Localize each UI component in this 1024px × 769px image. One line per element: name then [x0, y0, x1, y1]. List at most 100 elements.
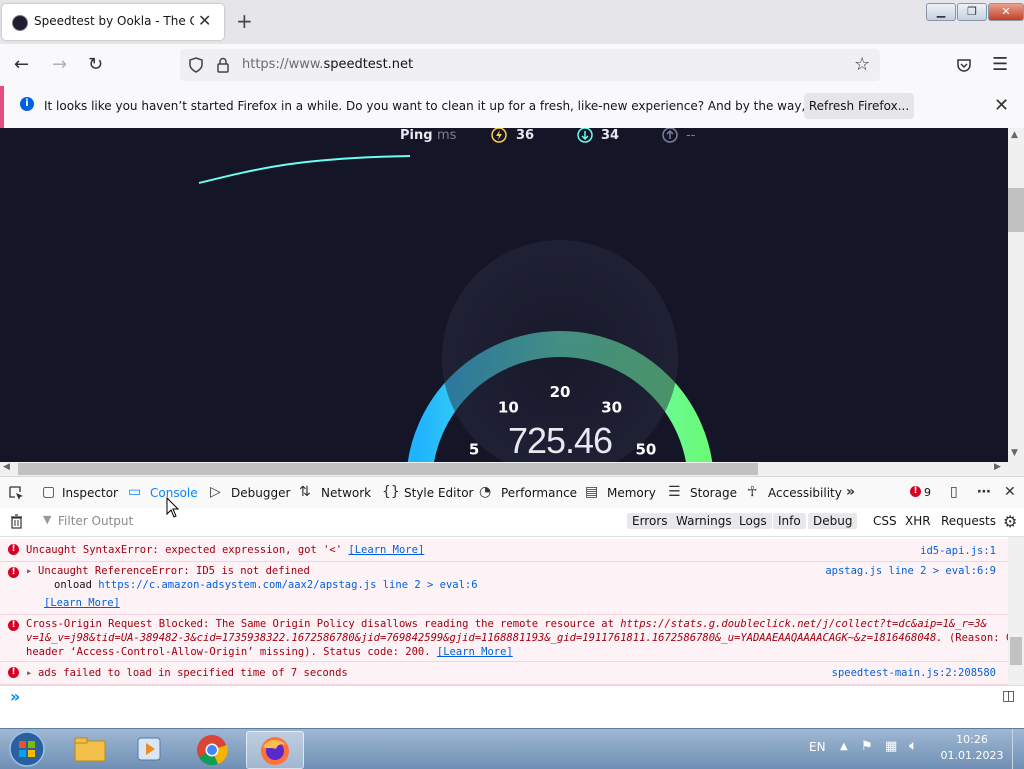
dock-side-icon[interactable]: ▯	[950, 484, 958, 500]
tab-storage[interactable]: Storage	[690, 486, 737, 500]
filter-logs-button[interactable]: Logs	[734, 513, 772, 529]
message-text: ads failed to load in specified time of …	[38, 667, 348, 679]
message-url-continued[interactable]: v=1&_v=j98&tid=UA-389482-3&cid=173593832…	[26, 632, 943, 644]
filter-css-button[interactable]: CSS	[873, 513, 897, 529]
back-arrow-icon[interactable]: ←	[14, 54, 29, 75]
gauge-label: 20	[550, 383, 571, 401]
show-desktop-button[interactable]	[1012, 729, 1024, 769]
tab-performance[interactable]: Performance	[501, 486, 577, 500]
learn-more-link[interactable]: [Learn More]	[348, 544, 424, 556]
message-sub-url[interactable]: https://c.amazon-adsystem.com/aax2/apsta…	[98, 579, 477, 591]
navigation-bar: ← → ↻ https://www.speedtest.net ☆ ☰	[0, 44, 1024, 87]
speedtest-favicon-icon	[12, 15, 28, 31]
forward-arrow-icon[interactable]: →	[52, 54, 67, 75]
style-editor-icon: {}	[382, 484, 400, 500]
message-source-link[interactable]: id5-api.js:1	[920, 545, 996, 557]
page-vertical-scrollbar[interactable]: ▲ ▼	[1008, 128, 1024, 462]
tab-accessibility[interactable]: Accessibility	[768, 486, 842, 500]
taskbar-explorer[interactable]	[62, 731, 118, 767]
tray-expand-icon[interactable]: ▲	[840, 741, 848, 752]
minimize-button[interactable]: ▁	[926, 3, 956, 21]
new-tab-button[interactable]: +	[236, 9, 253, 33]
notification-close-icon[interactable]: ✕	[994, 95, 1009, 116]
page-vertical-scroll-thumb[interactable]	[1008, 188, 1024, 232]
mouse-cursor-icon	[166, 497, 180, 518]
filter-xhr-button[interactable]: XHR	[905, 513, 931, 529]
clock-date[interactable]: 01.01.2023	[938, 749, 1006, 762]
chrome-icon	[197, 735, 228, 766]
message-text: Cross-Origin Request Blocked: The Same O…	[26, 618, 614, 630]
element-picker-icon[interactable]	[8, 485, 24, 501]
scroll-down-icon[interactable]: ▼	[1011, 448, 1018, 458]
reload-icon[interactable]: ↻	[88, 54, 103, 75]
filter-debug-button[interactable]: Debug	[808, 513, 858, 529]
bookmark-star-icon[interactable]: ☆	[854, 54, 870, 75]
learn-more-link[interactable]: [Learn More]	[44, 597, 120, 609]
filter-info-button[interactable]: Info	[773, 513, 806, 529]
title-bar: Speedtest by Ookla - The Global Broadban…	[0, 0, 1024, 44]
speed-gauge: 0151020305075100	[198, 155, 713, 462]
action-center-icon[interactable]: ⚑	[861, 739, 873, 754]
filter-output-input[interactable]: Filter Output	[58, 514, 133, 528]
scroll-left-icon[interactable]: ◀	[3, 462, 10, 472]
window-close-button[interactable]: ✕	[988, 3, 1024, 21]
console-message[interactable]: ! Uncaught SyntaxError: expected express…	[0, 539, 1008, 562]
learn-more-link[interactable]: [Learn More]	[437, 646, 513, 658]
network-tray-icon[interactable]: ▦	[885, 739, 897, 754]
taskbar-chrome[interactable]	[184, 731, 240, 767]
tab-memory[interactable]: Memory	[607, 486, 656, 500]
maximize-button[interactable]: ❐	[957, 3, 987, 21]
console-scroll-thumb[interactable]	[1010, 637, 1022, 665]
options-menu-icon[interactable]: ⋯	[977, 484, 991, 500]
language-indicator[interactable]: EN	[809, 740, 826, 754]
console-message[interactable]: ! ▸ Uncaught ReferenceError: ID5 is not …	[0, 562, 1008, 615]
lock-icon[interactable]	[216, 57, 230, 73]
tab-style-editor[interactable]: Style Editor	[404, 486, 473, 500]
devtools-toolbar: ▢ Inspector ▭ Console ▷ Debugger ⇅ Netwo…	[0, 476, 1024, 510]
more-tabs-chevron-icon[interactable]: »	[846, 484, 855, 500]
console-output: ! Uncaught SyntaxError: expected express…	[0, 537, 1024, 685]
page-horizontal-scroll-thumb[interactable]	[18, 463, 758, 475]
console-message[interactable]: ! ▸ ads failed to load in specified time…	[0, 662, 1008, 685]
filter-warnings-button[interactable]: Warnings	[671, 513, 737, 529]
tab-debugger[interactable]: Debugger	[231, 486, 290, 500]
network-icon: ⇅	[299, 484, 311, 500]
menu-hamburger-icon[interactable]: ☰	[992, 54, 1008, 75]
filter-errors-button[interactable]: Errors	[627, 513, 673, 529]
speed-graph-line	[198, 155, 411, 184]
clock-time[interactable]: 10:26	[944, 733, 1000, 746]
expand-triangle-icon[interactable]: ▸	[26, 565, 32, 577]
accessibility-icon: ☥	[747, 484, 758, 500]
taskbar-media-player[interactable]	[122, 731, 178, 767]
notification-bar: i It looks like you haven’t started Fire…	[0, 86, 1024, 128]
console-message[interactable]: ! Cross-Origin Request Blocked: The Same…	[0, 615, 1024, 662]
scroll-right-icon[interactable]: ▶	[994, 462, 1001, 472]
volume-icon[interactable]: 🔈︎	[909, 738, 917, 754]
performance-icon: ◔	[479, 484, 492, 500]
editor-mode-icon[interactable]: ◫	[1002, 688, 1015, 704]
browser-tab[interactable]: Speedtest by Ookla - The Global Broadban…	[2, 4, 224, 40]
tab-close-icon[interactable]: ✕	[198, 11, 211, 30]
taskbar-firefox[interactable]	[246, 731, 304, 769]
message-source-link[interactable]: apstag.js line 2 > eval:6:9	[825, 565, 996, 577]
gauge-label: 30	[601, 399, 622, 417]
url-text[interactable]: https://www.speedtest.net	[242, 57, 413, 72]
tracking-shield-icon[interactable]	[188, 57, 204, 73]
pocket-icon[interactable]	[956, 57, 972, 73]
filter-requests-button[interactable]: Requests	[941, 513, 996, 529]
url-bar[interactable]: https://www.speedtest.net ☆	[180, 49, 880, 81]
error-count[interactable]: 9	[924, 486, 931, 499]
refresh-firefox-button[interactable]: Refresh Firefox...	[804, 93, 914, 119]
scroll-up-icon[interactable]: ▲	[1011, 130, 1018, 140]
start-button-icon[interactable]	[8, 730, 46, 768]
tab-network[interactable]: Network	[321, 486, 371, 500]
trash-icon[interactable]	[10, 514, 23, 529]
tab-inspector[interactable]: Inspector	[62, 486, 118, 500]
error-icon: !	[910, 486, 921, 497]
console-input[interactable]: » ◫	[0, 685, 1024, 729]
expand-triangle-icon[interactable]: ▸	[26, 667, 32, 679]
message-url[interactable]: https://stats.g.doubleclick.net/j/collec…	[620, 618, 987, 630]
message-source-link[interactable]: speedtest-main.js:2:208580	[832, 667, 996, 679]
console-settings-gear-icon[interactable]: ⚙	[1003, 512, 1017, 531]
devtools-close-icon[interactable]: ✕	[1004, 484, 1016, 500]
